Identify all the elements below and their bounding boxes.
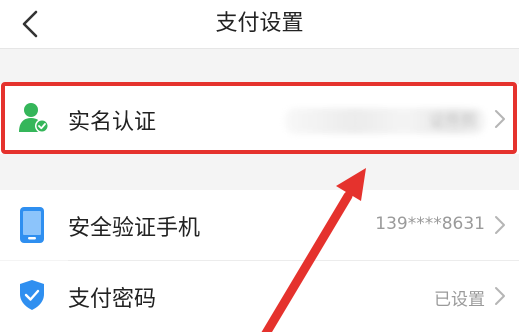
settings-row-phone[interactable]: 安全验证手机 139****8631 bbox=[0, 190, 519, 260]
settings-row-pay-password[interactable]: 支付密码 已设置 bbox=[0, 261, 519, 332]
row-value-blurred: 证件照 bbox=[285, 108, 485, 134]
phone-icon bbox=[20, 207, 44, 243]
chevron-right-icon bbox=[495, 216, 505, 234]
row-value: 已设置 bbox=[434, 290, 485, 310]
chevron-right-icon bbox=[495, 110, 505, 128]
chevron-right-icon bbox=[495, 287, 505, 305]
row-label: 实名认证 bbox=[68, 110, 157, 135]
row-label: 支付密码 bbox=[68, 287, 157, 312]
header-bar: 支付设置 bbox=[0, 0, 519, 49]
row-value: 139****8631 bbox=[375, 214, 485, 234]
row-label: 安全验证手机 bbox=[68, 216, 201, 241]
person-verified-icon bbox=[19, 103, 49, 133]
page-title: 支付设置 bbox=[215, 11, 304, 36]
shield-check-icon bbox=[20, 280, 44, 310]
